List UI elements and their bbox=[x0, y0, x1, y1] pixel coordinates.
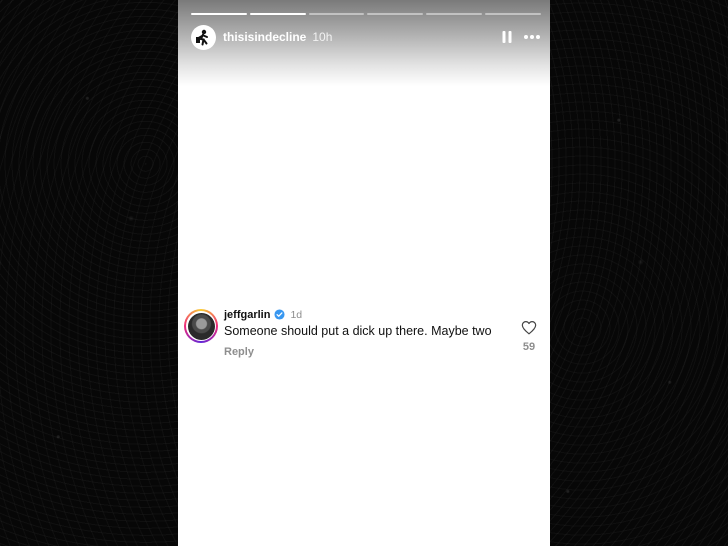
story-header: thisisindecline 10h bbox=[191, 24, 541, 50]
screen: thisisindecline 10h jeffgarlin 1d Someon… bbox=[0, 0, 728, 546]
commenter-avatar[interactable] bbox=[184, 309, 218, 343]
header-actions bbox=[501, 27, 541, 47]
progress-segment bbox=[485, 13, 541, 15]
like-button[interactable] bbox=[520, 319, 538, 335]
heart-outline-icon bbox=[521, 320, 537, 334]
more-options-icon bbox=[524, 35, 540, 39]
story-panel: thisisindecline 10h jeffgarlin 1d Someon… bbox=[178, 0, 550, 546]
owner-username[interactable]: thisisindecline bbox=[223, 30, 306, 44]
progress-segment bbox=[426, 13, 483, 15]
commenter-avatar-inner bbox=[186, 311, 216, 341]
comment: jeffgarlin 1d Someone should put a dick … bbox=[184, 307, 544, 365]
comment-meta: jeffgarlin 1d bbox=[224, 307, 514, 322]
comment-body: jeffgarlin 1d Someone should put a dick … bbox=[224, 307, 514, 360]
progress-segment bbox=[367, 13, 424, 15]
verified-badge bbox=[274, 309, 285, 320]
more-options-button[interactable] bbox=[523, 27, 541, 47]
pause-icon bbox=[502, 31, 512, 43]
reply-button[interactable]: Reply bbox=[224, 346, 254, 358]
progress-segment bbox=[191, 13, 247, 15]
comment-age: 1d bbox=[290, 308, 303, 321]
verified-badge-icon bbox=[274, 309, 285, 320]
indecline-logo-icon bbox=[191, 25, 216, 49]
like-column: 59 bbox=[518, 319, 540, 353]
like-count: 59 bbox=[522, 341, 536, 353]
progress-segment bbox=[249, 13, 306, 15]
comment-text: Someone should put a dick up there. Mayb… bbox=[224, 324, 492, 338]
commenter-avatar-photo bbox=[187, 312, 215, 340]
progress-segment bbox=[308, 13, 365, 15]
owner-avatar[interactable] bbox=[191, 24, 216, 50]
story-progress-bar bbox=[191, 13, 541, 16]
commenter-username[interactable]: jeffgarlin bbox=[224, 309, 270, 321]
pause-button[interactable] bbox=[501, 27, 513, 47]
story-time: 10h bbox=[312, 30, 333, 44]
